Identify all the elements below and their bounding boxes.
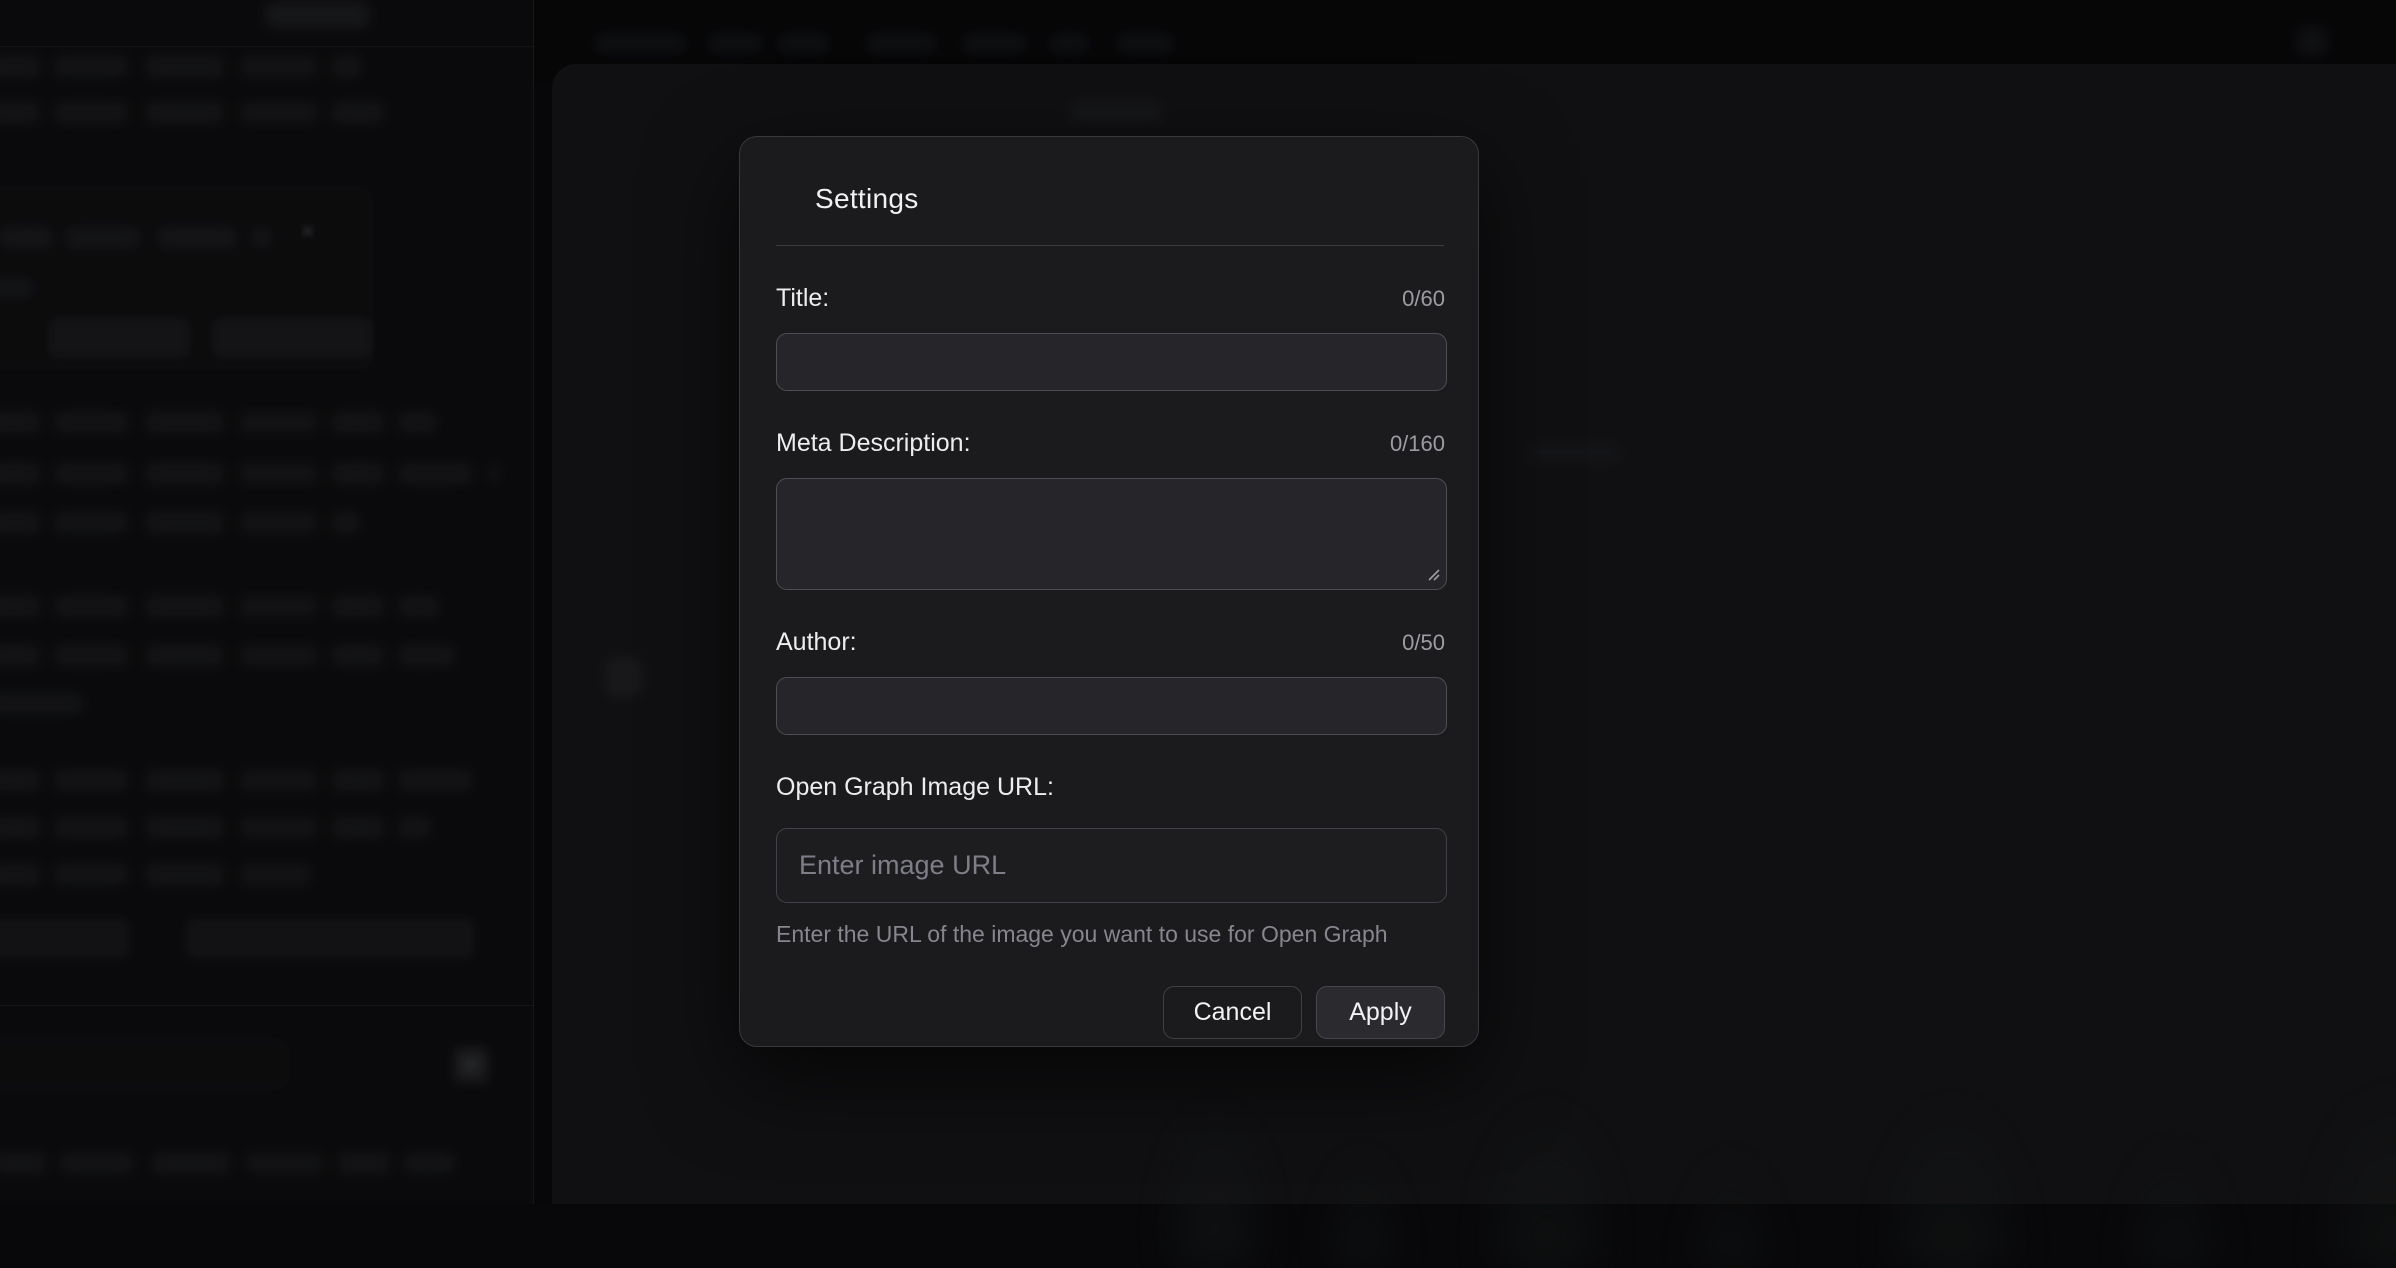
og-image-url-input[interactable] [776, 828, 1447, 903]
cancel-button[interactable]: Cancel [1163, 986, 1302, 1039]
author-field-header: Author: 0/50 [776, 628, 1445, 657]
meta-description-field-header: Meta Description: 0/160 [776, 429, 1445, 458]
dialog-body: Title: 0/60 Meta Description: 0/160 Auth… [740, 284, 1478, 1039]
app-window: × [0, 0, 2396, 1204]
dialog-title: Settings [815, 183, 1442, 215]
title-label: Title: [776, 284, 829, 313]
dialog-footer: Cancel Apply [776, 986, 1445, 1039]
meta-description-textarea[interactable] [776, 478, 1447, 590]
og-image-helper-text: Enter the URL of the image you want to u… [776, 921, 1445, 948]
author-label: Author: [776, 628, 857, 657]
settings-dialog: Settings Title: 0/60 Meta Description: 0… [739, 136, 1479, 1047]
title-input[interactable] [776, 333, 1447, 391]
meta-description-label: Meta Description: [776, 429, 971, 458]
dialog-header: Settings [740, 137, 1478, 215]
meta-description-wrap [776, 478, 1447, 590]
author-char-counter: 0/50 [1402, 630, 1445, 656]
og-image-field-header: Open Graph Image URL: [776, 773, 1445, 802]
og-image-label: Open Graph Image URL: [776, 773, 1054, 802]
meta-description-char-counter: 0/160 [1390, 431, 1445, 457]
author-input[interactable] [776, 677, 1447, 735]
title-field-header: Title: 0/60 [776, 284, 1445, 313]
title-char-counter: 0/60 [1402, 286, 1445, 312]
dialog-divider [776, 245, 1444, 246]
apply-button[interactable]: Apply [1316, 986, 1445, 1039]
